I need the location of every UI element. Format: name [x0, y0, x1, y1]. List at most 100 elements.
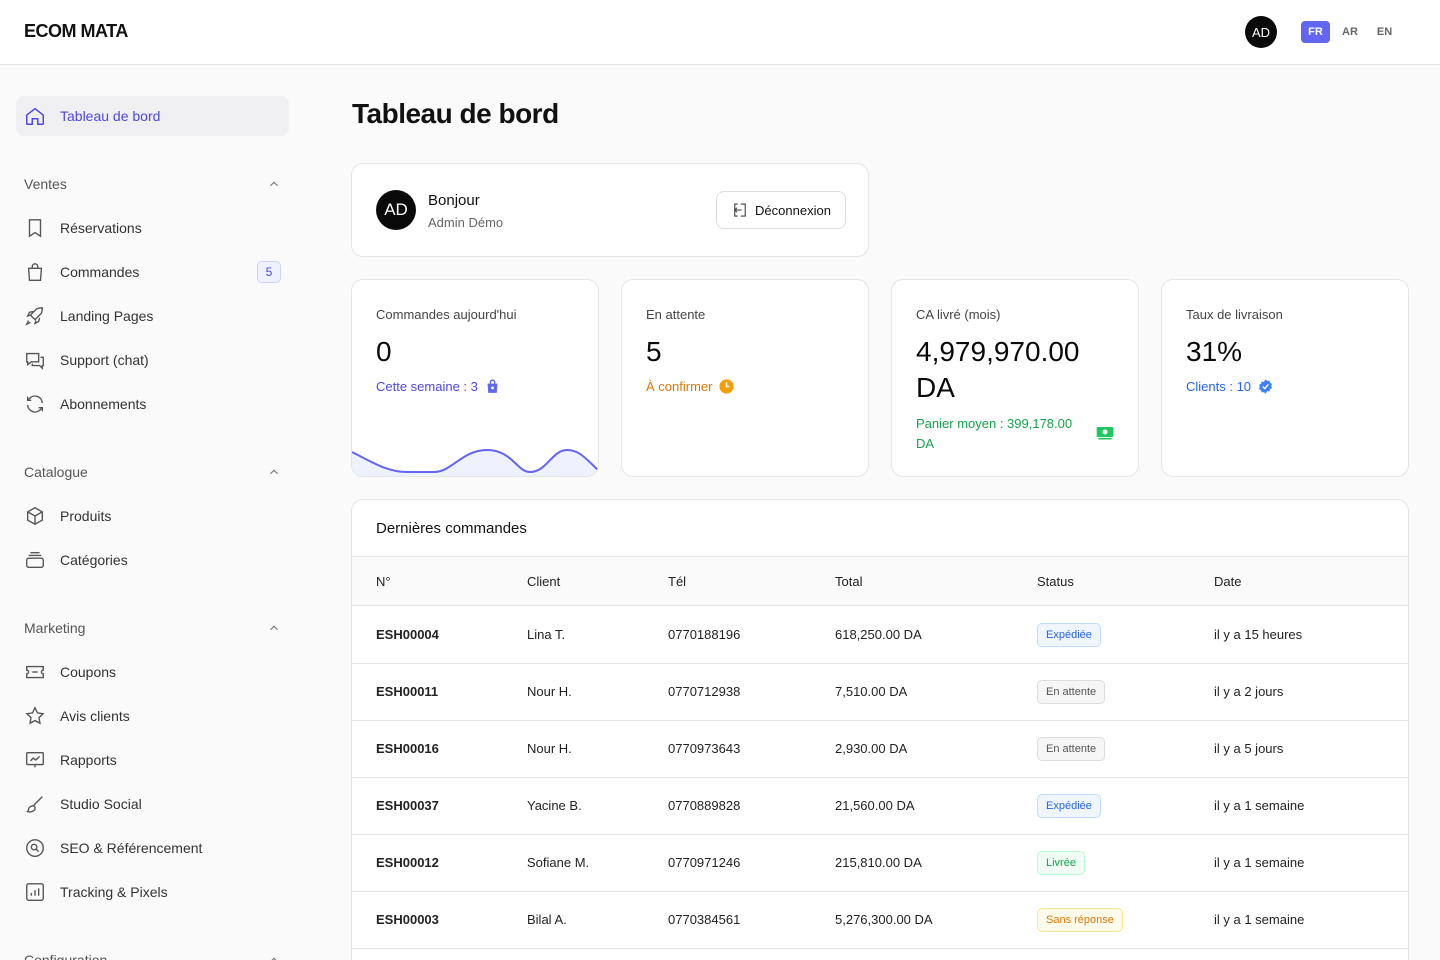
verified-badge-icon — [1259, 379, 1272, 394]
table-row[interactable]: ESH00037 Yacine B. 0770889828 21,560.00 DA E… — [352, 778, 1408, 835]
stat-sub-text: Cette semaine : 3 — [376, 379, 478, 394]
sidebar-item-label: Tableau de bord — [60, 108, 161, 124]
section-title: Ventes — [24, 176, 67, 192]
cell-num[interactable]: ESH00016 — [376, 741, 439, 756]
chevron-up-icon — [270, 469, 278, 475]
bar-chart-icon — [26, 883, 44, 901]
stat-sub-text: Clients : 10 — [1186, 379, 1252, 394]
ticket-icon — [26, 665, 44, 679]
sidebar-item-label: Abonnements — [60, 396, 147, 412]
welcome-card: AD Bonjour Admin Démo Déconnexion — [351, 163, 869, 257]
cell-num[interactable]: ESH00004 — [376, 627, 439, 642]
cell-date: il y a 15 heures — [1214, 627, 1303, 642]
cell-total: 215,810.00 DA — [835, 855, 922, 870]
logout-label: Déconnexion — [755, 202, 831, 218]
section-configuration[interactable]: Configuration — [24, 950, 281, 960]
section-catalogue[interactable]: Catalogue — [24, 462, 281, 482]
cell-date: il y a 5 jours — [1214, 741, 1284, 756]
status-badge: Expédiée — [1037, 794, 1101, 818]
sidebar-item-commandes[interactable]: Commandes 5 — [16, 252, 289, 292]
cell-client: Bilal A. — [527, 912, 567, 927]
recent-orders-card: Dernières commandes N° Client Tél Total … — [351, 499, 1409, 960]
home-icon — [26, 107, 44, 125]
cell-num[interactable]: ESH00012 — [376, 855, 439, 870]
brand-logo[interactable]: ECOM MATA — [24, 21, 128, 42]
lang-ar-button[interactable]: AR — [1336, 21, 1364, 43]
sidebar-item-avis-clients[interactable]: Avis clients — [16, 696, 289, 736]
table-row[interactable]: ESH00003 Bilal A. 0770384561 5,276,300.00 D… — [352, 892, 1408, 949]
cell-num[interactable]: ESH00011 — [376, 684, 438, 699]
sidebar-item-tracking[interactable]: Tracking & Pixels — [16, 872, 289, 912]
logout-icon — [734, 203, 746, 217]
welcome-greeting: Bonjour — [428, 192, 480, 209]
cell-num[interactable]: ESH00003 — [376, 912, 439, 927]
layers-icon — [26, 551, 44, 569]
chevron-up-icon — [270, 625, 278, 631]
status-badge: En attente — [1037, 737, 1106, 761]
cell-date: il y a 2 jours — [1214, 684, 1284, 699]
cell-total: 618,250.00 DA — [835, 627, 922, 642]
cell-tel: 0770712938 — [668, 684, 741, 699]
logout-button[interactable]: Déconnexion — [716, 191, 846, 229]
sidebar-item-label: Studio Social — [60, 796, 142, 812]
sidebar: Tableau de bord Ventes Réservations Comm… — [0, 65, 305, 960]
sidebar-item-studio-social[interactable]: Studio Social — [16, 784, 289, 824]
sidebar-item-landing-pages[interactable]: Landing Pages — [16, 296, 289, 336]
cell-client: Lina T. — [527, 627, 566, 642]
stat-sub: Panier moyen : 399,178.00 DA — [916, 414, 1116, 454]
sidebar-item-dashboard[interactable]: Tableau de bord — [16, 96, 289, 136]
cell-client: Nour H. — [527, 741, 572, 756]
welcome-user-name: Admin Démo — [428, 215, 504, 230]
status-badge: Livrée — [1037, 851, 1085, 875]
cell-total: 2,930.00 DA — [835, 741, 908, 756]
stat-sub: Cette semaine : 3 — [376, 378, 501, 395]
col-date[interactable]: Date — [1214, 574, 1241, 589]
stat-sub: À confirmer — [646, 378, 735, 395]
sidebar-item-rapports[interactable]: Rapports — [16, 740, 289, 780]
sidebar-item-reservations[interactable]: Réservations — [16, 208, 289, 248]
section-title: Configuration — [24, 952, 108, 960]
sidebar-item-abonnements[interactable]: Abonnements — [16, 384, 289, 424]
top-bar: ECOM MATA AD FR AR EN — [0, 0, 1440, 65]
table-row[interactable]: ESH00016 Nour H. 0770973643 2,930.00 DA En a… — [352, 721, 1408, 778]
sidebar-item-coupons[interactable]: Coupons — [16, 652, 289, 692]
col-num[interactable]: N° — [376, 574, 391, 589]
table-row[interactable]: ESH00012 Sofiane M. 0770971246 215,810.00 D… — [352, 835, 1408, 892]
chart-board-icon — [26, 751, 44, 768]
sidebar-item-label: SEO & Référencement — [60, 840, 203, 856]
stat-label: En attente — [646, 307, 706, 322]
cell-total: 7,510.00 DA — [835, 684, 908, 699]
table-row[interactable]: ESH00004 Lina T. 0770188196 618,250.00 DA Ex… — [352, 607, 1408, 664]
sidebar-item-label: Tracking & Pixels — [60, 884, 168, 900]
sidebar-item-produits[interactable]: Produits — [16, 496, 289, 536]
lang-en-button[interactable]: EN — [1370, 21, 1399, 43]
col-total[interactable]: Total — [835, 574, 862, 589]
col-tel[interactable]: Tél — [668, 574, 686, 589]
user-avatar[interactable]: AD — [1245, 16, 1277, 48]
section-title: Marketing — [24, 620, 86, 636]
stat-sub: Clients : 10 — [1186, 378, 1274, 395]
cell-date: il y a 1 semaine — [1214, 912, 1305, 927]
sidebar-item-seo[interactable]: SEO & Référencement — [16, 828, 289, 868]
shopping-bag-icon — [27, 263, 43, 281]
sidebar-item-support[interactable]: Support (chat) — [16, 340, 289, 380]
cube-icon — [26, 506, 44, 526]
col-client[interactable]: Client — [527, 574, 560, 589]
cell-tel: 0770889828 — [668, 798, 741, 813]
section-marketing[interactable]: Marketing — [24, 618, 281, 638]
section-ventes[interactable]: Ventes — [24, 174, 281, 194]
sidebar-item-label: Coupons — [60, 664, 117, 680]
col-status[interactable]: Status — [1037, 574, 1074, 589]
cell-tel: 0770971246 — [668, 855, 741, 870]
sidebar-item-categories[interactable]: Catégories — [16, 540, 289, 580]
clock-icon — [719, 379, 735, 394]
search-circle-icon — [26, 839, 44, 857]
brush-icon — [26, 796, 43, 813]
cell-num[interactable]: ESH00037 — [376, 798, 439, 813]
cell-tel: 0770188196 — [668, 627, 741, 642]
orders-count-badge: 5 — [257, 261, 281, 283]
cell-date: il y a 1 semaine — [1214, 798, 1305, 813]
lang-fr-button[interactable]: FR — [1301, 21, 1330, 43]
welcome-avatar: AD — [376, 190, 416, 230]
table-row[interactable]: ESH00011 Nour H. 0770712938 7,510.00 DA En a… — [352, 664, 1408, 721]
